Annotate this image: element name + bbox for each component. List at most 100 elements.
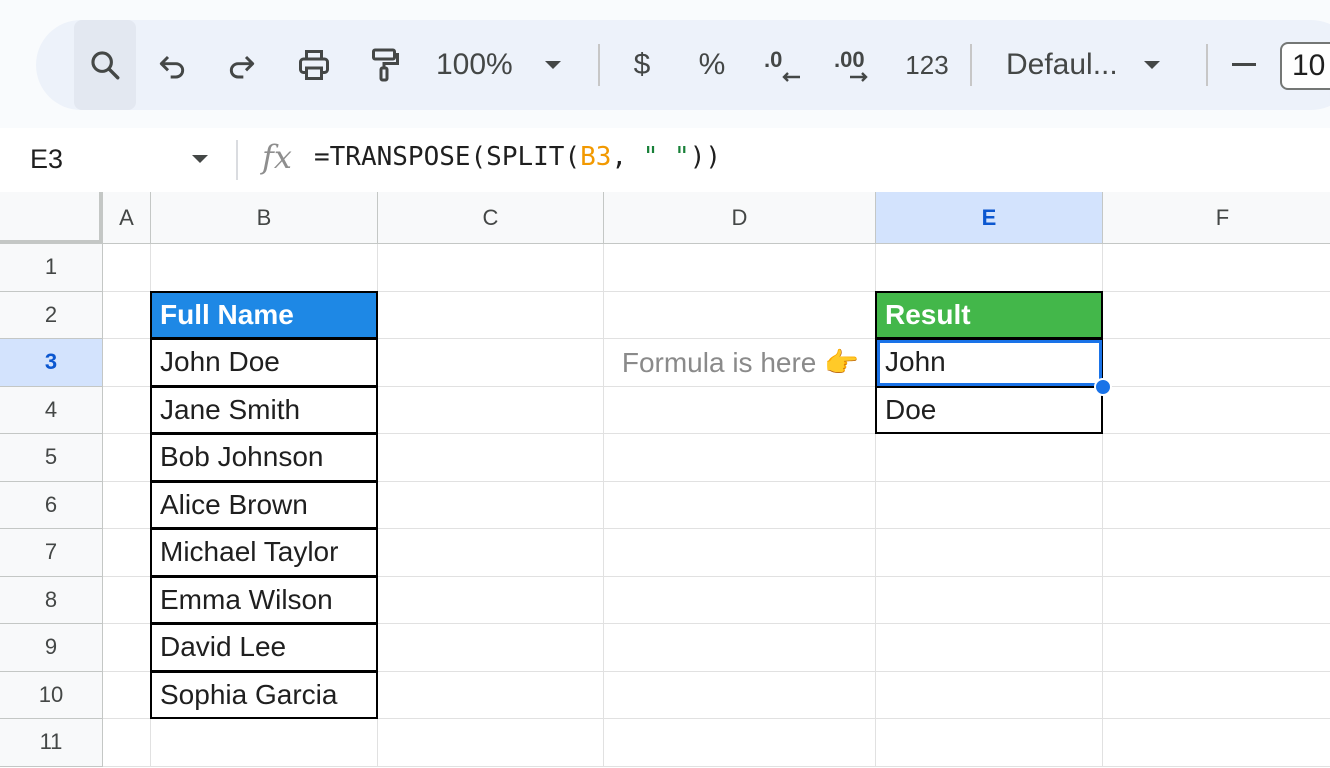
cell-f2[interactable] — [1103, 292, 1330, 339]
font-size-input[interactable]: 10 — [1280, 42, 1330, 90]
cell-a8[interactable] — [103, 576, 151, 624]
cell-e10[interactable] — [876, 671, 1103, 719]
row-header-10[interactable]: 10 — [0, 671, 103, 719]
cell-c9[interactable] — [378, 624, 604, 672]
cell-f9[interactable] — [1103, 624, 1330, 672]
cell-e2[interactable]: Result — [875, 290, 1103, 339]
decrease-decimal-button[interactable]: .0 — [760, 20, 810, 110]
name-box[interactable]: E3 — [30, 144, 63, 175]
row-header-5[interactable]: 5 — [0, 434, 103, 482]
column-header-e[interactable]: E — [876, 192, 1103, 244]
chevron-down-icon[interactable] — [190, 152, 210, 170]
cell-a10[interactable] — [103, 671, 151, 719]
cell-d6[interactable] — [604, 481, 876, 529]
row-header-9[interactable]: 9 — [0, 624, 103, 672]
cell-b2[interactable]: Full Name — [150, 290, 378, 339]
cell-b3[interactable]: John Doe — [150, 338, 378, 387]
more-formats-button[interactable]: 123 — [900, 20, 954, 110]
cell-b11[interactable] — [151, 719, 378, 767]
select-all-corner[interactable] — [0, 192, 103, 244]
cell-f10[interactable] — [1103, 672, 1330, 719]
cell-c2[interactable] — [378, 291, 604, 339]
column-header-b[interactable]: B — [151, 192, 378, 244]
cell-e5[interactable] — [876, 434, 1103, 482]
cell-c7[interactable] — [378, 529, 604, 577]
row-header-1[interactable]: 1 — [0, 244, 103, 292]
cell-c3[interactable] — [378, 339, 604, 387]
cell-f6[interactable] — [1103, 482, 1330, 529]
row-header-11[interactable]: 11 — [0, 719, 103, 767]
cell-b9[interactable]: David Lee — [150, 623, 378, 672]
cell-d8[interactable] — [604, 576, 876, 624]
cell-e4[interactable]: Doe — [875, 385, 1103, 434]
cell-a4[interactable] — [103, 386, 151, 434]
cell-c5[interactable] — [378, 434, 604, 482]
cell-c8[interactable] — [378, 576, 604, 624]
cell-f3[interactable] — [1103, 339, 1330, 387]
cell-d10[interactable] — [604, 671, 876, 719]
cell-d7[interactable] — [604, 529, 876, 577]
row-header-6[interactable]: 6 — [0, 481, 103, 529]
row-header-7[interactable]: 7 — [0, 529, 103, 577]
paint-format-button[interactable] — [362, 20, 406, 110]
cell-e3[interactable]: John — [875, 338, 1103, 387]
cell-a11[interactable] — [103, 719, 151, 767]
search-menus-button[interactable] — [74, 20, 136, 110]
cell-d5[interactable] — [604, 434, 876, 482]
row-header-3[interactable]: 3 — [0, 339, 103, 387]
fill-handle[interactable] — [1094, 377, 1112, 396]
formula-input[interactable]: =TRANSPOSE(SPLIT(B3, " ")) — [314, 142, 721, 172]
cell-f5[interactable] — [1103, 434, 1330, 482]
print-button[interactable] — [292, 20, 336, 110]
cell-c10[interactable] — [378, 671, 604, 719]
font-family-select[interactable]: Defaul... — [1006, 20, 1186, 110]
cell-e6[interactable] — [876, 481, 1103, 529]
cell-a9[interactable] — [103, 624, 151, 672]
column-header-c[interactable]: C — [378, 192, 604, 244]
cell-d9[interactable] — [604, 624, 876, 672]
format-percent-button[interactable]: % — [692, 20, 732, 110]
cell-d1[interactable] — [604, 244, 876, 292]
cell-a1[interactable] — [103, 244, 151, 292]
redo-button[interactable] — [222, 20, 262, 110]
cell-a6[interactable] — [103, 481, 151, 529]
cell-a2[interactable] — [103, 291, 151, 339]
cell-c6[interactable] — [378, 481, 604, 529]
column-header-a[interactable]: A — [103, 192, 151, 244]
cell-b10[interactable]: Sophia Garcia — [150, 670, 378, 719]
row-header-8[interactable]: 8 — [0, 576, 103, 624]
zoom-select[interactable]: 100% — [436, 20, 586, 110]
cell-f8[interactable] — [1103, 577, 1330, 624]
cell-a5[interactable] — [103, 434, 151, 482]
row-header-2[interactable]: 2 — [0, 291, 103, 339]
cell-b6[interactable]: Alice Brown — [150, 480, 378, 529]
cell-e7[interactable] — [876, 529, 1103, 577]
cell-b7[interactable]: Michael Taylor — [150, 528, 378, 577]
cell-d2[interactable] — [604, 291, 876, 339]
cell-b1[interactable] — [151, 244, 378, 292]
cell-f11[interactable] — [1103, 719, 1330, 767]
cell-e11[interactable] — [876, 719, 1103, 767]
cell-d11[interactable] — [604, 719, 876, 767]
row-header-4[interactable]: 4 — [0, 386, 103, 434]
cell-c11[interactable] — [378, 719, 604, 767]
cell-b8[interactable]: Emma Wilson — [150, 575, 378, 624]
cell-a7[interactable] — [103, 529, 151, 577]
cell-f1[interactable] — [1103, 244, 1330, 292]
cell-f4[interactable] — [1103, 387, 1330, 434]
cell-b5[interactable]: Bob Johnson — [150, 433, 378, 482]
cell-c1[interactable] — [378, 244, 604, 292]
cell-a3[interactable] — [103, 339, 151, 387]
decrease-font-size-button[interactable] — [1226, 20, 1262, 110]
cell-f7[interactable] — [1103, 529, 1330, 577]
cell-e1[interactable] — [876, 244, 1103, 292]
cell-b4[interactable]: Jane Smith — [150, 385, 378, 434]
column-header-d[interactable]: D — [604, 192, 876, 244]
cell-d4[interactable] — [604, 386, 876, 434]
column-header-f[interactable]: F — [1103, 192, 1330, 244]
cell-c4[interactable] — [378, 386, 604, 434]
cell-e9[interactable] — [876, 624, 1103, 672]
format-currency-button[interactable]: $ — [624, 20, 660, 110]
cell-e8[interactable] — [876, 576, 1103, 624]
increase-decimal-button[interactable]: .00 — [830, 20, 880, 110]
